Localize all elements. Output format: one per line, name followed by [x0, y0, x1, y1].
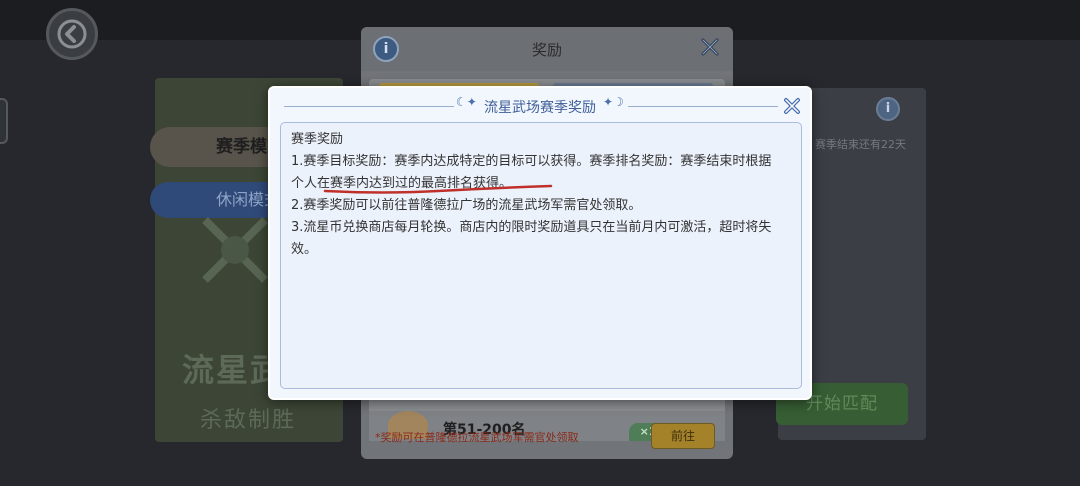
close-icon[interactable]: [782, 96, 802, 116]
content-heading: 赛季奖励: [291, 132, 344, 147]
dialog-content: 赛季奖励 1.赛季目标奖励：赛季内达成特定的目标可以获得。赛季排名奖励：赛季结束…: [280, 122, 802, 389]
dialog-title: 流星武场赛季奖励: [484, 100, 596, 116]
season-timer: 赛季结束还有22天: [815, 138, 906, 151]
dialog-title-bar: ☾✦ 流星武场赛季奖励 ✦☽: [270, 88, 810, 122]
reward-dialog-header: i 奖励: [361, 27, 733, 71]
content-line: 3.流星币兑换商店每月轮换。商店内的限时奖励道具只在当前月内可激活，超时将失: [291, 220, 772, 235]
red-underline-annotation: [323, 184, 553, 194]
content-line: 1.赛季目标奖励：赛季内达成特定的目标可以获得。赛季排名奖励：赛季结束时根据: [291, 154, 772, 169]
side-drawer-handle[interactable]: [0, 98, 8, 144]
back-arrow-icon: [57, 19, 87, 49]
reward-dialog-title: 奖励: [531, 41, 562, 59]
content-line: 效。: [291, 242, 318, 257]
content-line: 2.赛季奖励可以前往普隆德拉广场的流星武场军需官处领取。: [291, 198, 642, 213]
goto-button[interactable]: 前往: [651, 423, 715, 449]
close-icon[interactable]: [699, 36, 721, 58]
info-icon[interactable]: i: [876, 97, 900, 121]
title-divider: [628, 106, 778, 107]
crescent-deco-icon: ✦☽: [603, 95, 624, 109]
reward-note: *奖励可在普隆德拉流星武场军需官处领取: [375, 431, 579, 444]
back-button[interactable]: [46, 8, 98, 60]
arena-emblem-icon: [202, 217, 268, 283]
season-reward-info-dialog: ☾✦ 流星武场赛季奖励 ✦☽ 赛季奖励 1.赛季目标奖励：赛季内达成特定的目标可…: [268, 86, 812, 400]
mode-subtitle: 杀敌制胜: [200, 408, 297, 433]
